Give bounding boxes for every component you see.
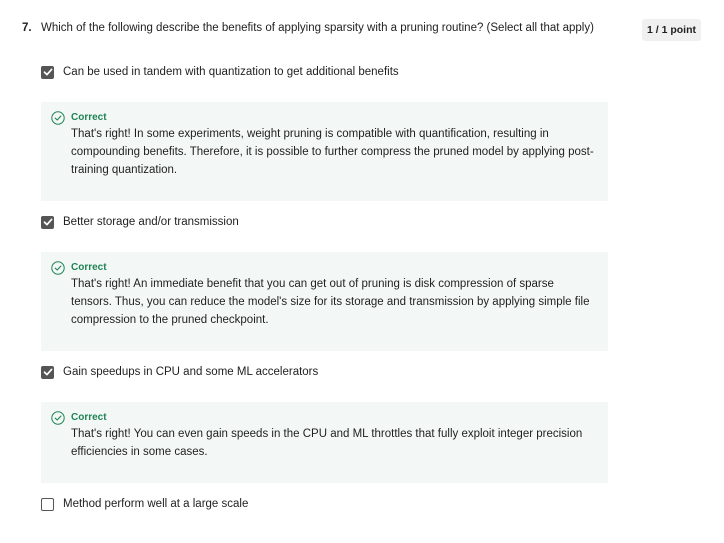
question-number: 7. [22, 22, 32, 34]
feedback-panel: Correct That's right! In some experiment… [41, 102, 608, 201]
check-circle-icon [51, 411, 65, 425]
option-large-scale[interactable]: Method perform well at a large scale [41, 496, 248, 512]
check-circle-icon [51, 111, 65, 125]
option-label: Better storage and/or transmission [63, 216, 239, 228]
checkbox-unchecked[interactable] [41, 497, 54, 511]
option-cpu-speedups[interactable]: Gain speedups in CPU and some ML acceler… [41, 364, 318, 380]
option-quantization-tandem[interactable]: Can be used in tandem with quantization … [41, 64, 399, 80]
points-badge: 1 / 1 point [642, 19, 702, 41]
feedback-panel: Correct That's right! You can even gain … [41, 402, 608, 483]
feedback-title: Correct [71, 412, 107, 423]
feedback-text: That's right! You can even gain speeds i… [71, 428, 583, 458]
option-label: Method perform well at a large scale [63, 498, 249, 510]
check-icon [43, 368, 52, 376]
check-icon [43, 218, 52, 226]
checkbox-checked[interactable] [41, 65, 54, 79]
checkbox-checked[interactable] [41, 215, 54, 229]
check-circle-icon [51, 261, 65, 275]
option-label: Gain speedups in CPU and some ML acceler… [63, 366, 319, 378]
check-icon [43, 68, 52, 76]
option-label: Can be used in tandem with quantization … [63, 66, 399, 78]
feedback-title: Correct [71, 262, 107, 273]
question-text: Which of the following describe the bene… [41, 22, 594, 34]
checkbox-checked[interactable] [41, 365, 54, 379]
feedback-text: That's right! In some experiments, weigh… [71, 128, 594, 176]
option-storage-transmission[interactable]: Better storage and/or transmission [41, 214, 239, 230]
feedback-panel: Correct That's right! An immediate benef… [41, 252, 608, 351]
feedback-title: Correct [71, 112, 107, 123]
feedback-text: That's right! An immediate benefit that … [71, 278, 590, 326]
